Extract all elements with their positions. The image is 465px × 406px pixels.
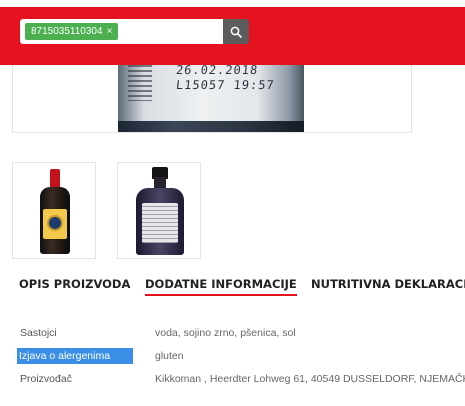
info-label-alergeni: Izjava o alergenima — [17, 348, 133, 364]
search-icon — [230, 26, 242, 38]
tab-opis-proizvoda[interactable]: OPIS PROIZVODA — [19, 277, 130, 299]
info-value-proizvodjac: Kikkoman , Heerdter Lohweg 61, 40549 DUS… — [155, 373, 465, 385]
search-tag[interactable]: 8715035110304 × — [25, 23, 119, 40]
barcode-lines — [128, 65, 152, 101]
tab-dodatne-informacije[interactable]: DODATNE INFORMACIJE — [145, 277, 297, 299]
info-row: Izjava o alergenima gluten — [0, 348, 465, 364]
info-label-proizvodjac: Proizvođač — [20, 373, 72, 385]
info-label-sastojci: Sastojci — [20, 327, 57, 339]
product-tabs: OPIS PROIZVODA DODATNE INFORMACIJE NUTRI… — [0, 277, 465, 299]
tab-nutritivna-deklaracija[interactable]: NUTRITIVNA DEKLARACIJA — [311, 277, 465, 299]
tag-remove-button[interactable]: × — [107, 23, 113, 40]
info-value-alergeni: gluten — [155, 350, 184, 362]
info-value-sastojci: voda, sojino zrno, pšenica, sol — [155, 327, 296, 339]
search-button[interactable] — [223, 19, 249, 44]
info-row: Sastojci voda, sojino zrno, pšenica, sol — [0, 325, 465, 341]
search-input[interactable]: 8715035110304 × — [20, 19, 223, 44]
thumbnail-back[interactable] — [117, 162, 201, 259]
thumbnail-front[interactable] — [12, 162, 96, 259]
search-tag-label: 8715035110304 — [31, 26, 103, 37]
print-lot: L15057 19:57 — [175, 78, 276, 92]
bottle-cap-band — [118, 121, 304, 132]
info-row: Proizvođač Kikkoman , Heerdter Lohweg 61… — [0, 371, 465, 387]
site-header: 8715035110304 × — [0, 7, 465, 65]
print-date: 26.02.2018 — [175, 63, 259, 77]
